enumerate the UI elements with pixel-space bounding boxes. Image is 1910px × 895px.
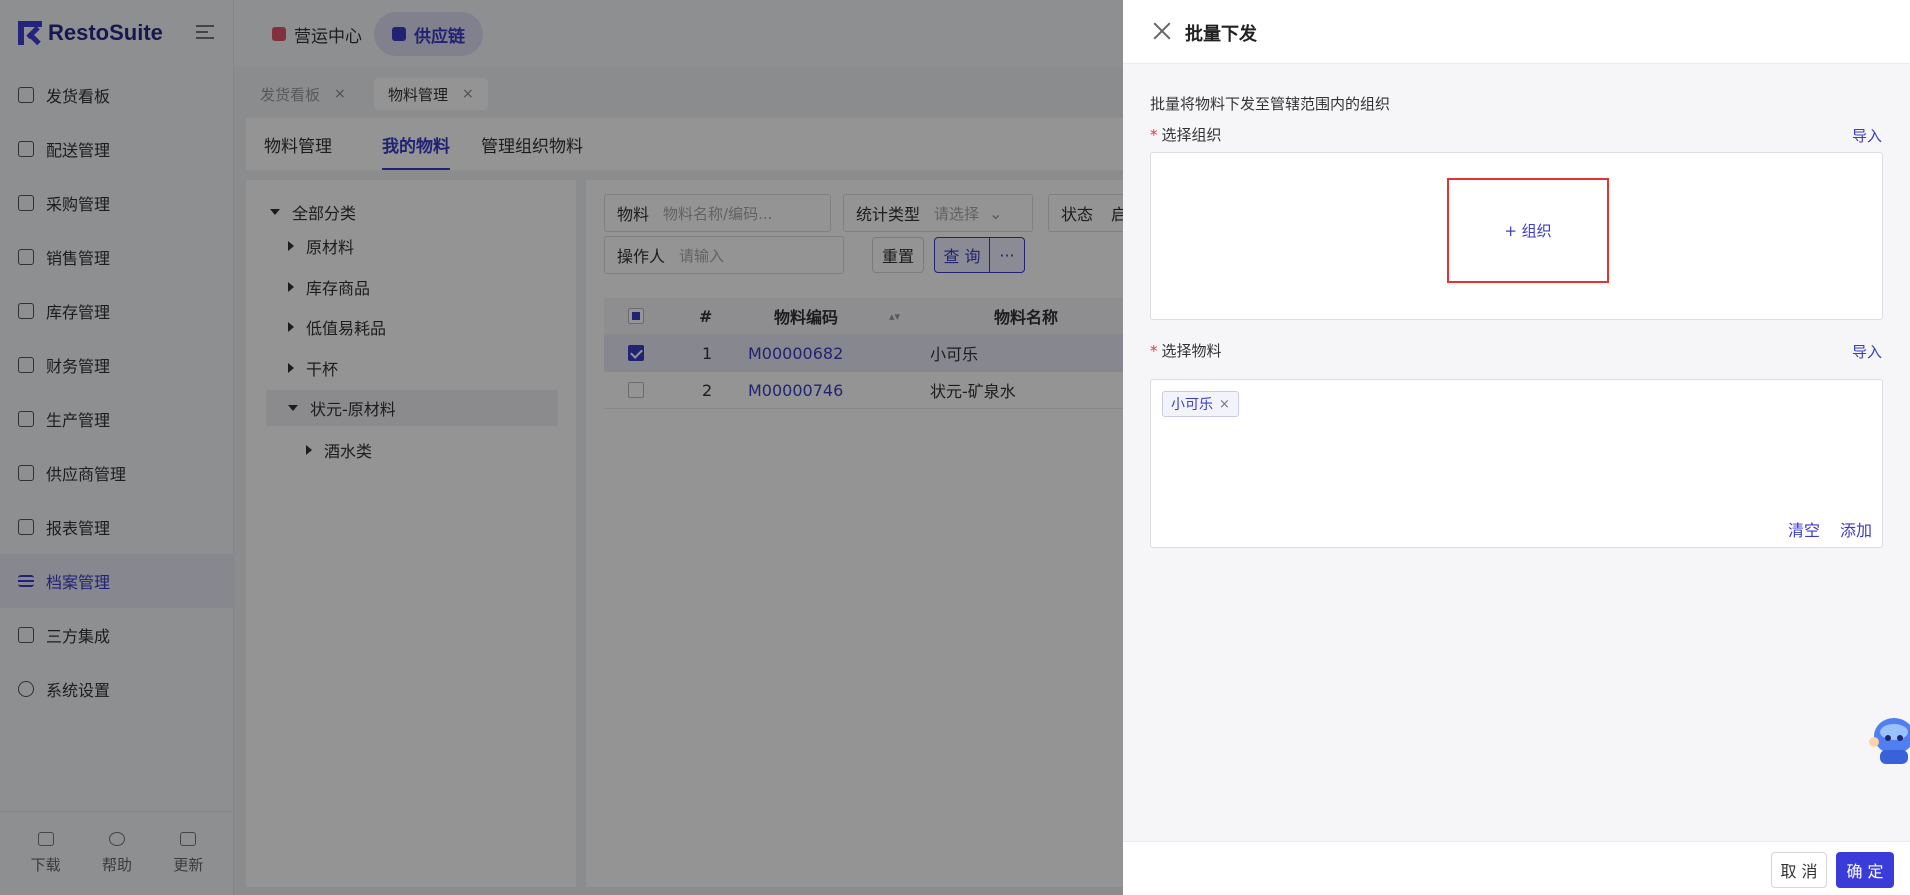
material-select-box: 小可乐 × 清空 添加 <box>1150 379 1883 548</box>
org-select-box: + 组织 <box>1150 152 1883 320</box>
drawer-title: 批量下发 <box>1185 24 1257 45</box>
org-import-link[interactable]: 导入 <box>1852 125 1882 146</box>
material-field-label: * 选择物料 <box>1150 342 1222 360</box>
assistant-mascot-icon[interactable] <box>1868 712 1910 772</box>
drawer-footer: 取 消 确 定 <box>1123 841 1910 895</box>
modal-overlay[interactable] <box>0 0 1123 895</box>
drawer-description: 批量将物料下发至管辖范围内的组织 <box>1150 95 1391 113</box>
batch-distribute-drawer: 批量下发 批量将物料下发至管辖范围内的组织 * 选择组织 导入 + 组织 * 选择物… <box>1123 0 1910 895</box>
add-material-button[interactable]: 添加 <box>1840 517 1872 541</box>
add-org-button[interactable]: + 组织 <box>1447 178 1609 283</box>
tag-remove-icon[interactable]: × <box>1219 397 1230 412</box>
cancel-button[interactable]: 取 消 <box>1771 852 1827 888</box>
confirm-button[interactable]: 确 定 <box>1836 852 1894 888</box>
material-import-link[interactable]: 导入 <box>1852 341 1882 362</box>
drawer-header: 批量下发 <box>1123 0 1910 64</box>
clear-button[interactable]: 清空 <box>1788 517 1820 541</box>
org-field-label: * 选择组织 <box>1150 126 1222 144</box>
selected-material-tag: 小可乐 × <box>1162 391 1239 417</box>
material-actions: 清空 添加 <box>1788 517 1872 541</box>
close-icon[interactable] <box>1153 22 1171 40</box>
